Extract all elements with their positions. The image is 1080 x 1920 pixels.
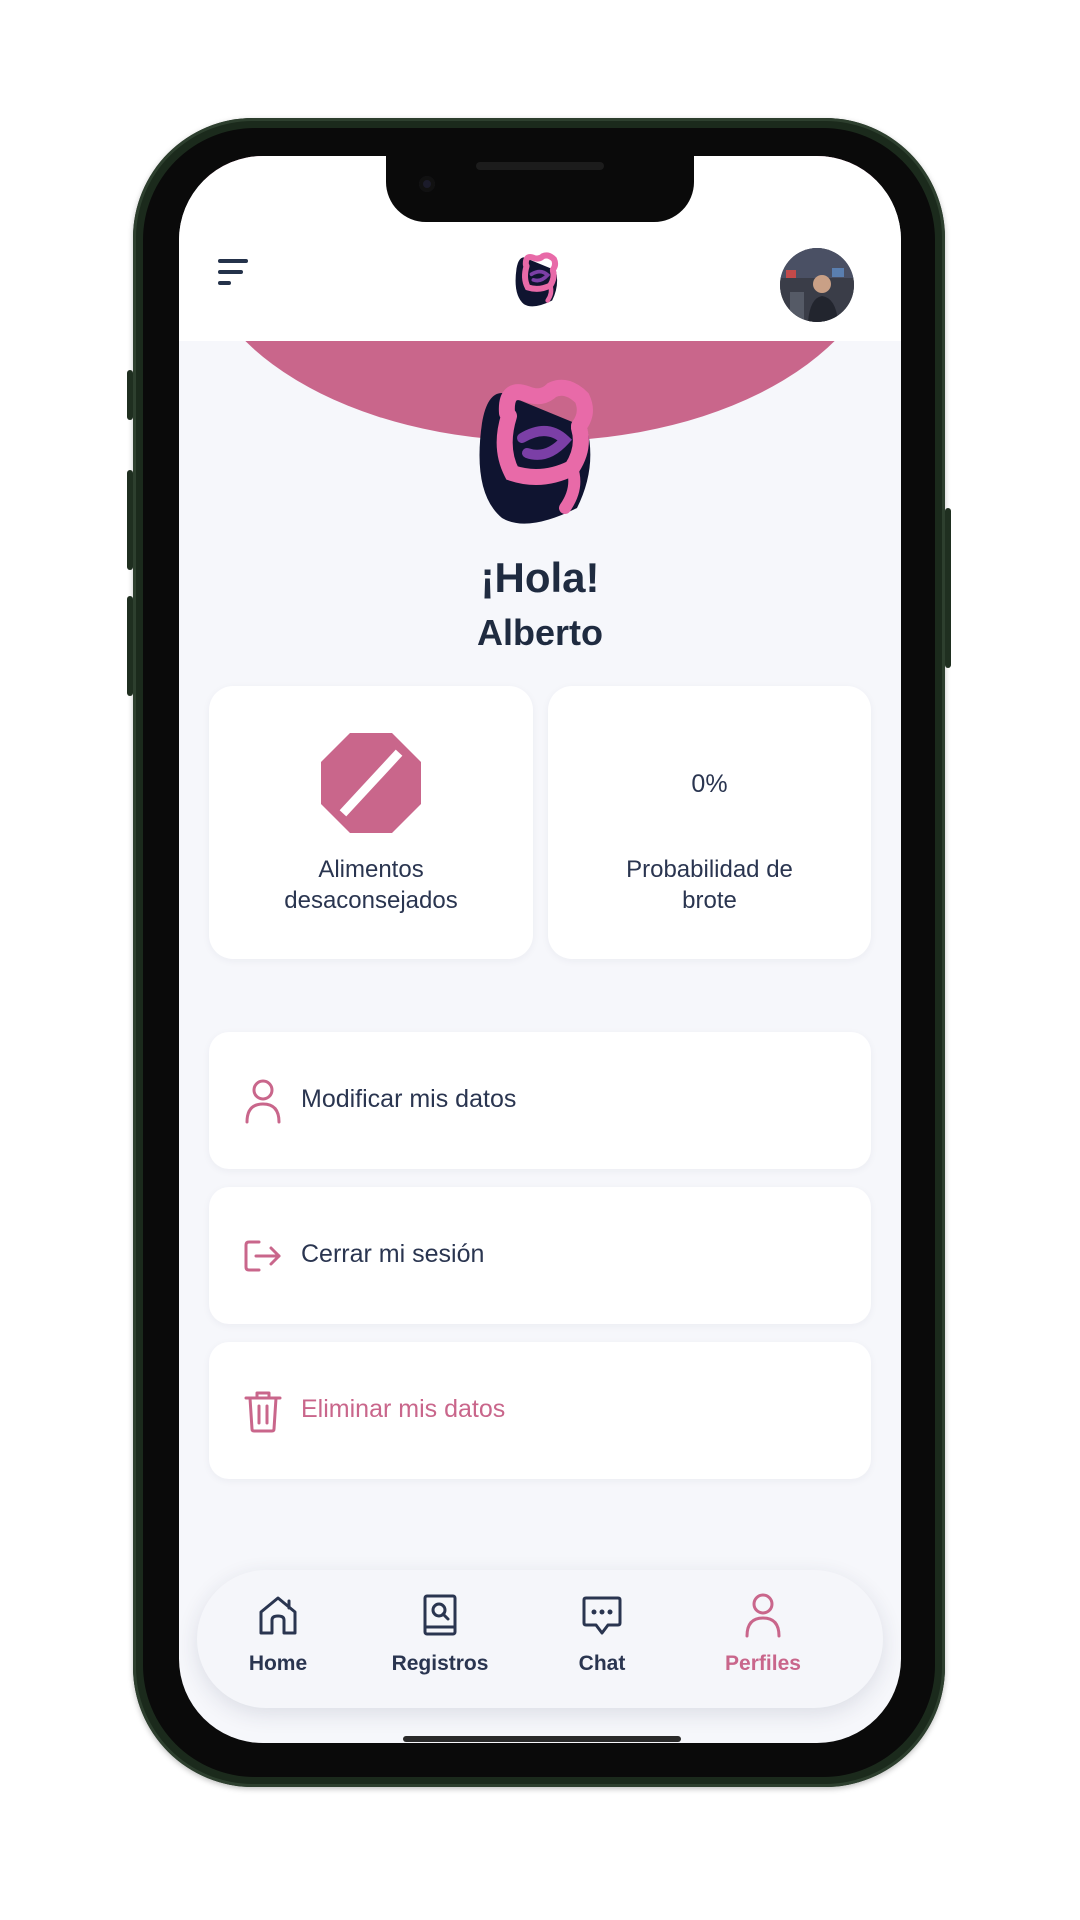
nav-home-label: Home xyxy=(248,1652,308,1675)
nav-chat[interactable]: Chat xyxy=(522,1570,682,1708)
nav-profiles[interactable]: Perfiles xyxy=(683,1570,843,1708)
chat-icon xyxy=(582,1596,622,1635)
prohibited-octagon-icon xyxy=(321,733,421,833)
nav-chat-label: Chat xyxy=(578,1652,626,1675)
edit-profile-button[interactable]: Modificar mis datos xyxy=(209,1032,871,1169)
edit-profile-label: Modificar mis datos xyxy=(301,1085,517,1113)
notch xyxy=(386,156,694,222)
silent-switch xyxy=(127,370,133,420)
outbreak-probability-card[interactable]: 0% Probabilidad de brote xyxy=(548,686,871,959)
trash-icon xyxy=(244,1391,282,1433)
greeting-title: ¡Hola! xyxy=(480,554,600,601)
outbreak-probability-label: Probabilidad de brote xyxy=(626,856,793,914)
volume-down-button xyxy=(127,596,133,696)
delete-data-button[interactable]: Eliminar mis datos xyxy=(209,1342,871,1479)
intestine-logo-icon xyxy=(515,252,559,307)
nav-home[interactable]: Home xyxy=(198,1570,358,1708)
home-indicator[interactable] xyxy=(403,1736,681,1742)
logout-icon xyxy=(244,1240,281,1272)
nav-records-label: Registros xyxy=(391,1652,489,1675)
profile-icon xyxy=(745,1593,781,1638)
records-icon xyxy=(423,1594,457,1636)
outbreak-probability-value: 0% xyxy=(691,770,728,798)
logout-label: Cerrar mi sesión xyxy=(301,1240,485,1268)
nav-records[interactable]: Registros xyxy=(360,1570,520,1708)
forbidden-foods-label: Alimentos desaconsejados xyxy=(284,856,458,914)
speaker xyxy=(476,162,604,170)
user-name: Alberto xyxy=(477,612,603,653)
forbidden-foods-card[interactable]: Alimentos desaconsejados xyxy=(209,686,533,959)
intestine-logo-icon xyxy=(479,379,593,524)
user-icon xyxy=(245,1079,281,1124)
bottom-navigation: Home Registros Chat Perfiles xyxy=(197,1570,883,1708)
home-icon xyxy=(259,1596,297,1635)
user-avatar-photo xyxy=(780,248,854,322)
phone-frame: ¡Hola! Alberto Alimentos desaconsejados … xyxy=(127,118,951,1787)
delete-data-label: Eliminar mis datos xyxy=(301,1395,506,1423)
logout-button[interactable]: Cerrar mi sesión xyxy=(209,1187,871,1324)
power-button xyxy=(945,508,951,668)
nav-profiles-label: Perfiles xyxy=(725,1652,801,1675)
volume-up-button xyxy=(127,470,133,570)
hamburger-menu-icon[interactable] xyxy=(218,259,252,289)
avatar[interactable] xyxy=(780,248,854,322)
front-camera xyxy=(419,176,435,192)
app-screen: ¡Hola! Alberto Alimentos desaconsejados … xyxy=(179,156,901,1743)
